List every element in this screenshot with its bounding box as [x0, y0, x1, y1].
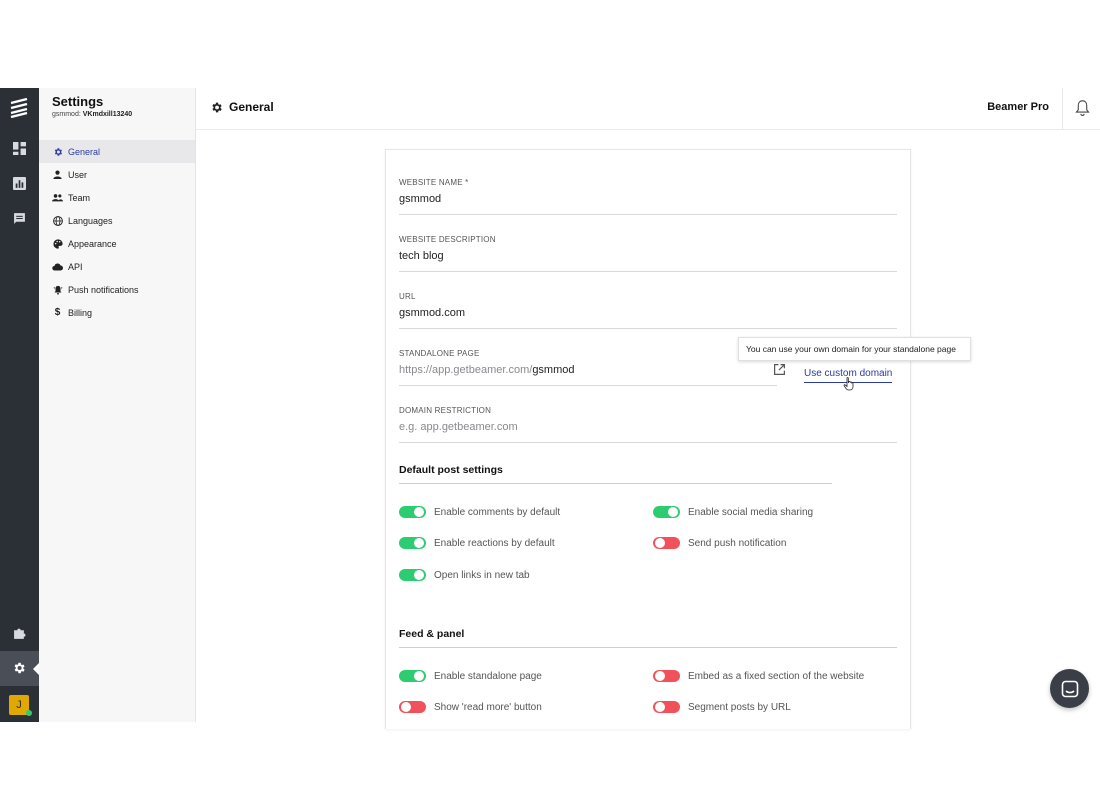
- toggle-enable-reactions[interactable]: Enable reactions by default: [399, 537, 555, 549]
- field-label: URL: [399, 292, 416, 301]
- toggle-segment-posts-url[interactable]: Segment posts by URL: [653, 701, 791, 713]
- custom-domain-tooltip: You can use your own domain for your sta…: [738, 337, 971, 361]
- chat-icon[interactable]: [10, 209, 28, 227]
- dashboard-icon[interactable]: [10, 139, 28, 157]
- toggle-switch[interactable]: [653, 670, 680, 682]
- settings-icon[interactable]: [10, 659, 28, 677]
- standalone-page-field: STANDALONE PAGE https://app.getbeamer.co…: [399, 349, 777, 386]
- url-input[interactable]: gsmmod.com: [399, 307, 897, 329]
- feed-panel-title: Feed & panel: [399, 628, 465, 640]
- toggle-label: Embed as a fixed section of the website: [688, 670, 865, 682]
- domain-restriction-field: DOMAIN RESTRICTION e.g. app.getbeamer.co…: [399, 406, 897, 443]
- logo-icon[interactable]: [8, 98, 30, 118]
- sidebar-item-label: User: [68, 169, 88, 180]
- section-divider: [399, 483, 832, 484]
- puzzle-icon[interactable]: [10, 624, 28, 642]
- toggle-switch[interactable]: [653, 506, 680, 518]
- top-bar: General Beamer Pro: [196, 88, 1100, 130]
- toggle-label: Open links in new tab: [434, 569, 530, 581]
- page-title: General: [229, 100, 274, 114]
- toggle-switch[interactable]: [653, 537, 680, 549]
- user-icon: [52, 169, 63, 180]
- toggle-label: Enable social media sharing: [688, 506, 814, 518]
- website-name-input[interactable]: gsmmod: [399, 193, 897, 215]
- field-label: WEBSITE NAME *: [399, 178, 469, 187]
- standalone-page-input[interactable]: https://app.getbeamer.com/gsmmod: [399, 364, 777, 386]
- toggle-label: Enable comments by default: [434, 506, 561, 518]
- website-name-field: WEBSITE NAME * gsmmod: [399, 178, 897, 215]
- toggle-label: Show 'read more' button: [434, 701, 542, 713]
- live-chat-button[interactable]: [1050, 669, 1089, 708]
- globe-icon: [52, 215, 63, 226]
- url-slug: gsmmod: [532, 364, 575, 376]
- field-label: WEBSITE DESCRIPTION: [399, 235, 496, 244]
- online-status-dot: [26, 710, 32, 716]
- icon-rail: J: [0, 88, 39, 722]
- sidebar-item-label: Appearance: [68, 238, 117, 249]
- sidebar-item-appearance[interactable]: Appearance: [39, 232, 195, 255]
- plan-label[interactable]: Beamer Pro: [987, 101, 1049, 113]
- chat-bubble-icon: [1061, 680, 1078, 697]
- dollar-icon: $: [54, 307, 61, 318]
- field-label: STANDALONE PAGE: [399, 349, 480, 358]
- sidebar-item-label: Billing: [68, 307, 93, 318]
- toggle-push-notification[interactable]: Send push notification: [653, 537, 786, 549]
- sidebar-item-label: Languages: [68, 215, 113, 226]
- bell-icon[interactable]: [1074, 99, 1091, 117]
- sidebar-item-general[interactable]: General: [39, 140, 195, 163]
- toggle-label: Enable reactions by default: [434, 537, 555, 549]
- toggle-read-more-button[interactable]: Show 'read more' button: [399, 701, 542, 713]
- sidebar-item-push-notifications[interactable]: Push notifications: [39, 278, 195, 301]
- account-id: gsmmod: VKmdxill13240: [52, 111, 133, 118]
- domain-restriction-input[interactable]: e.g. app.getbeamer.com: [399, 421, 897, 443]
- toggle-switch[interactable]: [399, 569, 426, 581]
- hand-cursor-icon: [843, 377, 854, 391]
- sidebar-item-languages[interactable]: Languages: [39, 209, 195, 232]
- palette-icon: [52, 238, 63, 249]
- gear-icon: [212, 102, 222, 113]
- settings-sidebar: Settings gsmmod: VKmdxill13240 General U…: [39, 88, 196, 722]
- toggle-switch[interactable]: [653, 701, 680, 713]
- toggle-embed-fixed-section[interactable]: Embed as a fixed section of the website: [653, 670, 864, 682]
- toggle-switch[interactable]: [399, 506, 426, 518]
- website-description-field: WEBSITE DESCRIPTION tech blog: [399, 235, 897, 272]
- toggle-social-sharing[interactable]: Enable social media sharing: [653, 506, 813, 518]
- sidebar-item-billing[interactable]: $ Billing: [39, 301, 195, 324]
- cloud-icon: [52, 261, 63, 272]
- sidebar-item-label: API: [68, 261, 83, 272]
- section-divider: [399, 647, 897, 648]
- sidebar-item-label: Push notifications: [68, 284, 139, 295]
- toggle-enable-comments[interactable]: Enable comments by default: [399, 506, 560, 518]
- toggle-switch[interactable]: [399, 670, 426, 682]
- toggle-label: Enable standalone page: [434, 670, 542, 682]
- sidebar-item-team[interactable]: Team: [39, 186, 195, 209]
- url-field: URL gsmmod.com: [399, 292, 897, 329]
- header-divider: [1062, 88, 1063, 130]
- default-post-settings-title: Default post settings: [399, 464, 503, 476]
- toggle-standalone-page[interactable]: Enable standalone page: [399, 670, 542, 682]
- toggle-label: Segment posts by URL: [688, 701, 791, 713]
- toggle-switch[interactable]: [399, 537, 426, 549]
- sidebar-item-user[interactable]: User: [39, 163, 195, 186]
- gear-icon: [52, 146, 63, 157]
- settings-nav: General User Team Languages Appearance A…: [39, 140, 195, 324]
- toggle-switch[interactable]: [399, 701, 426, 713]
- url-prefix: https://app.getbeamer.com/: [399, 364, 533, 376]
- sidebar-item-label: Team: [68, 192, 91, 203]
- general-settings-card: WEBSITE NAME * gsmmod WEBSITE DESCRIPTIO…: [385, 149, 911, 729]
- sidebar-item-api[interactable]: API: [39, 255, 195, 278]
- open-external-icon[interactable]: [773, 363, 786, 376]
- website-description-input[interactable]: tech blog: [399, 250, 897, 272]
- toggle-label: Send push notification: [688, 537, 787, 549]
- analytics-icon[interactable]: [10, 174, 28, 192]
- sidebar-title: Settings: [52, 94, 104, 109]
- team-icon: [52, 192, 63, 203]
- toggle-open-links-new-tab[interactable]: Open links in new tab: [399, 569, 530, 581]
- field-label: DOMAIN RESTRICTION: [399, 406, 492, 415]
- bell-ring-icon: [52, 284, 63, 295]
- sidebar-item-label: General: [68, 146, 101, 157]
